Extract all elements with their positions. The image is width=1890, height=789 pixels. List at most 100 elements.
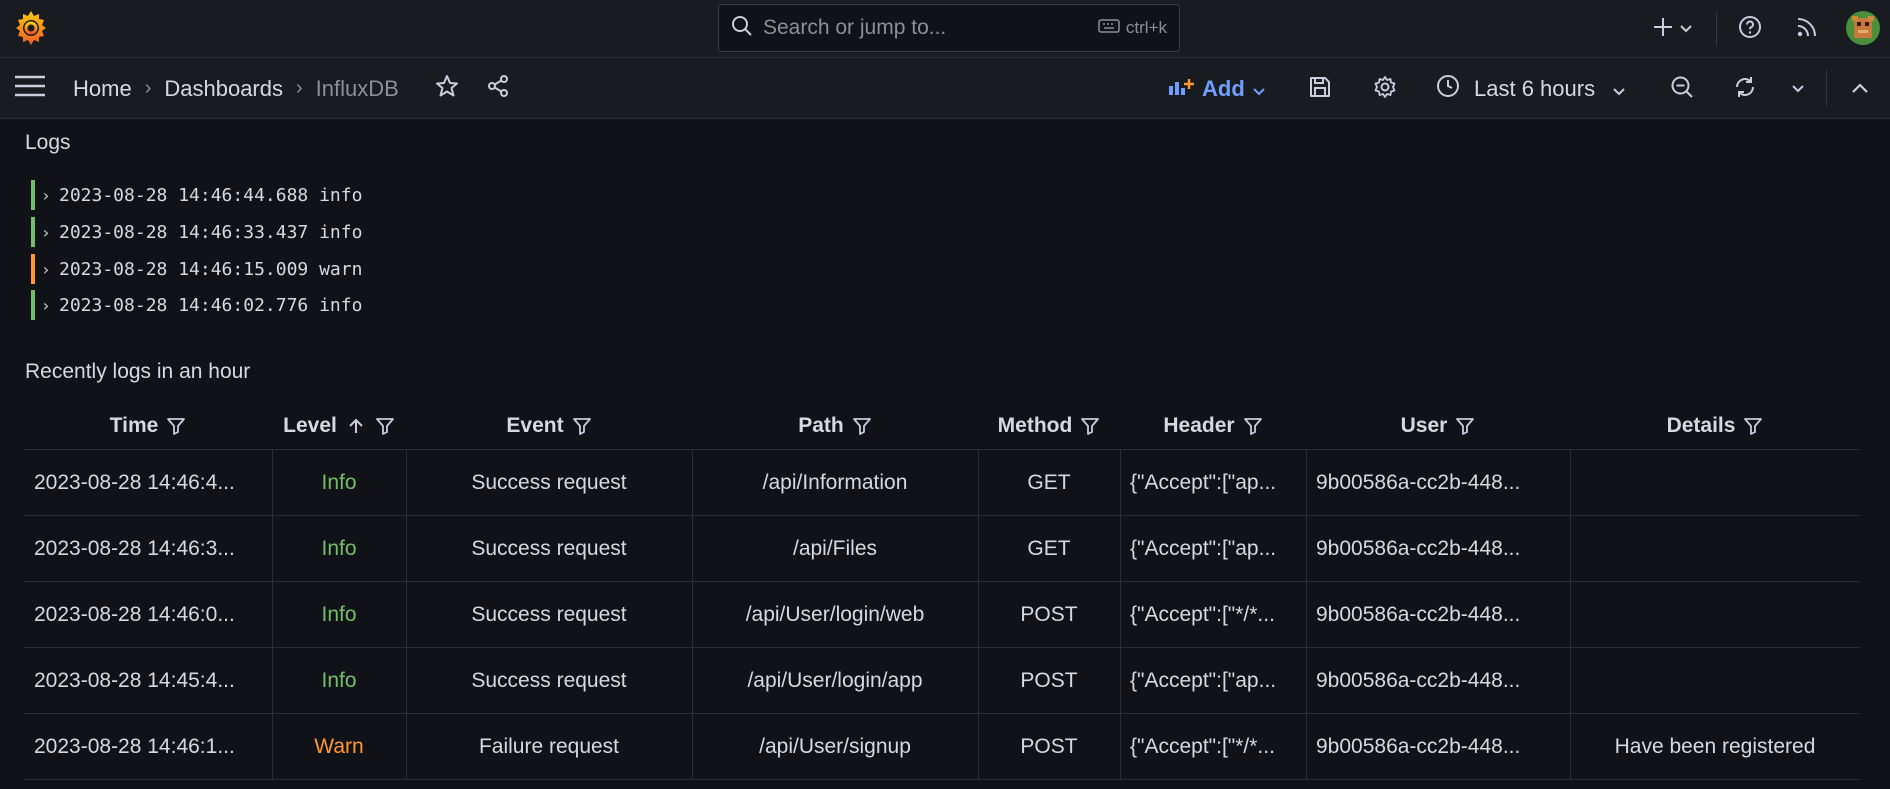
rss-icon bbox=[1796, 16, 1818, 43]
new-menu-button[interactable] bbox=[1646, 14, 1698, 44]
column-header-details[interactable]: Details bbox=[1570, 402, 1860, 450]
column-header-path[interactable]: Path bbox=[692, 402, 978, 450]
cell-path: /api/User/login/app bbox=[747, 669, 923, 692]
table-row[interactable]: 2023-08-28 14:46:1... Warn Failure request… bbox=[24, 714, 1860, 780]
add-button[interactable]: Add bbox=[1168, 58, 1265, 119]
table-row[interactable]: 2023-08-28 14:46:4... Info Success request… bbox=[24, 450, 1860, 516]
table-row[interactable]: 2023-08-28 14:45:4... Info Success request… bbox=[24, 648, 1860, 714]
filter-icon[interactable] bbox=[166, 416, 186, 436]
column-header-label: Path bbox=[798, 414, 844, 437]
avatar[interactable] bbox=[1845, 10, 1881, 46]
cell-time: 2023-08-28 14:46:3... bbox=[34, 537, 235, 560]
chevron-down-icon bbox=[1792, 80, 1804, 98]
filter-icon[interactable] bbox=[852, 416, 872, 436]
log-line: 2023-08-28 14:46:44.688 info bbox=[59, 184, 363, 206]
table-panel-title: Recently logs in an hour bbox=[25, 360, 251, 383]
cell-method: GET bbox=[1027, 537, 1071, 560]
cell-path: /api/User/signup bbox=[759, 735, 911, 758]
share-button[interactable] bbox=[485, 74, 511, 103]
refresh-interval-dropdown[interactable] bbox=[1788, 78, 1808, 100]
cell-level: Warn bbox=[314, 735, 364, 758]
chevron-right-icon: › bbox=[41, 222, 51, 242]
filter-icon[interactable] bbox=[1243, 416, 1263, 436]
column-header-label: Event bbox=[506, 414, 564, 437]
log-row[interactable]: › 2023-08-28 14:46:33.437 info bbox=[31, 217, 362, 247]
chevron-down-icon bbox=[1613, 76, 1625, 102]
help-button[interactable] bbox=[1735, 14, 1765, 44]
save-icon bbox=[1309, 76, 1331, 103]
breadcrumb-dashboards[interactable]: Dashboards bbox=[164, 76, 283, 102]
time-range-picker[interactable]: Last 6 hours bbox=[1436, 58, 1625, 119]
column-header-label: Method bbox=[997, 414, 1073, 437]
log-row[interactable]: › 2023-08-28 14:46:02.776 info bbox=[31, 290, 362, 320]
refresh-button[interactable] bbox=[1731, 75, 1759, 103]
column-header-level[interactable]: Level bbox=[272, 402, 406, 450]
log-level-bar bbox=[31, 180, 35, 210]
star-button[interactable] bbox=[434, 74, 460, 103]
chevron-right-icon: › bbox=[41, 185, 51, 205]
filter-icon[interactable] bbox=[1080, 416, 1100, 436]
column-header-label: Header bbox=[1163, 414, 1235, 437]
grafana-logo-icon[interactable] bbox=[12, 9, 50, 47]
column-header-header[interactable]: Header bbox=[1120, 402, 1306, 450]
cell-header: {"Accept":["ap... bbox=[1130, 669, 1277, 692]
cell-event: Success request bbox=[471, 603, 627, 626]
breadcrumb-home[interactable]: Home bbox=[73, 76, 132, 102]
search-shortcut: ctrl+k bbox=[1098, 18, 1167, 39]
column-header-user[interactable]: User bbox=[1306, 402, 1570, 450]
cell-user: 9b00586a-cc2b-448... bbox=[1316, 735, 1521, 758]
column-header-label: Details bbox=[1666, 414, 1736, 437]
cell-path: /api/Information bbox=[762, 471, 908, 494]
filter-icon[interactable] bbox=[375, 416, 395, 436]
menu-button[interactable] bbox=[14, 73, 46, 103]
column-header-event[interactable]: Event bbox=[406, 402, 692, 450]
breadcrumb: Home › Dashboards › InfluxDB bbox=[73, 58, 399, 119]
cell-event: Failure request bbox=[478, 735, 620, 758]
log-level-bar bbox=[31, 254, 35, 284]
breadcrumb-separator-icon: › bbox=[144, 77, 152, 99]
news-button[interactable] bbox=[1792, 14, 1822, 44]
column-header-label: User bbox=[1400, 414, 1448, 437]
cell-method: POST bbox=[1020, 603, 1078, 626]
cell-path: /api/Files bbox=[792, 537, 878, 560]
column-header-time[interactable]: Time bbox=[24, 402, 272, 450]
add-label: Add bbox=[1202, 75, 1245, 101]
top-bar: Search or jump to... ctrl+k bbox=[0, 0, 1890, 58]
clock-icon bbox=[1436, 74, 1460, 104]
share-icon bbox=[486, 74, 510, 103]
star-icon bbox=[435, 74, 459, 103]
plus-icon bbox=[1652, 16, 1674, 43]
cell-header: {"Accept":["*/*... bbox=[1130, 603, 1275, 626]
cell-details bbox=[1570, 450, 1860, 516]
log-row[interactable]: › 2023-08-28 14:46:15.009 warn bbox=[31, 254, 362, 284]
cell-level: Info bbox=[321, 471, 357, 494]
cell-time: 2023-08-28 14:46:1... bbox=[34, 735, 235, 758]
save-dashboard-button[interactable] bbox=[1306, 75, 1334, 103]
log-row[interactable]: › 2023-08-28 14:46:44.688 info bbox=[31, 180, 362, 210]
gear-icon bbox=[1373, 75, 1397, 104]
filter-icon[interactable] bbox=[572, 416, 592, 436]
column-header-method[interactable]: Method bbox=[978, 402, 1120, 450]
cell-method: POST bbox=[1020, 669, 1078, 692]
table-row[interactable]: 2023-08-28 14:46:0... Info Success request… bbox=[24, 582, 1860, 648]
zoom-out-button[interactable] bbox=[1668, 75, 1696, 103]
dashboard-settings-button[interactable] bbox=[1371, 75, 1399, 103]
keyboard-icon bbox=[1098, 18, 1120, 39]
chevron-right-icon: › bbox=[41, 259, 51, 279]
filter-icon[interactable] bbox=[1743, 416, 1763, 436]
search-input[interactable]: Search or jump to... ctrl+k bbox=[718, 4, 1180, 52]
search-placeholder: Search or jump to... bbox=[763, 16, 947, 39]
cell-time: 2023-08-28 14:45:4... bbox=[34, 669, 235, 692]
cell-header: {"Accept":["ap... bbox=[1130, 471, 1277, 494]
cell-header: {"Accept":["*/*... bbox=[1130, 735, 1275, 758]
cell-details: Have been registered bbox=[1614, 735, 1816, 758]
cell-event: Success request bbox=[471, 537, 627, 560]
collapse-button[interactable] bbox=[1847, 77, 1873, 101]
help-icon bbox=[1738, 15, 1762, 44]
filter-icon[interactable] bbox=[1455, 416, 1475, 436]
search-icon bbox=[731, 15, 753, 42]
breadcrumb-current: InfluxDB bbox=[315, 75, 399, 101]
table-row[interactable]: 2023-08-28 14:46:3... Info Success request… bbox=[24, 516, 1860, 582]
cell-time: 2023-08-28 14:46:4... bbox=[34, 471, 235, 494]
logs-panel-title: Logs bbox=[25, 131, 71, 154]
